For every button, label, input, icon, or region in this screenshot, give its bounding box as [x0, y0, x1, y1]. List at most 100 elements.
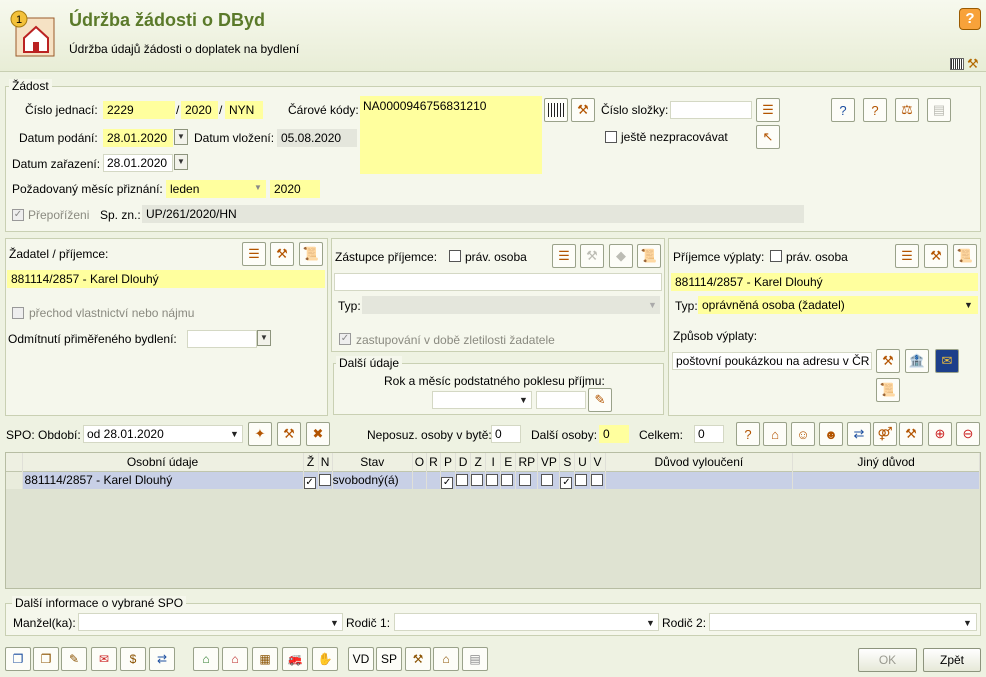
zadatel-field[interactable]: 881114/2857 - Karel Dlouhý: [7, 270, 325, 288]
scales-button[interactable]: ⚖: [895, 98, 919, 122]
datum-zarazeni-field[interactable]: 28.01.2020: [103, 154, 173, 172]
spo-new-button[interactable]: ✦: [248, 422, 272, 446]
help-blue-button[interactable]: ?: [831, 98, 855, 122]
spo-remove-button[interactable]: ⊖: [956, 422, 980, 446]
cj-suffix-field[interactable]: NYN: [225, 101, 263, 119]
spo-delete-button[interactable]: ✖: [306, 422, 330, 446]
col-duvod-vylouceni[interactable]: Důvod vyloučení: [605, 453, 794, 471]
odmitnuti-dropdown[interactable]: ▼: [257, 330, 271, 346]
ok-button[interactable]: OK: [858, 648, 917, 672]
fire-truck-button[interactable]: 🚒: [282, 647, 308, 671]
spo-person-button[interactable]: ☺: [791, 422, 815, 446]
zastupce-typ-select[interactable]: [362, 296, 660, 314]
zadatel-edit-button[interactable]: ⚒: [270, 242, 294, 266]
cj-year-field[interactable]: 2020: [181, 101, 218, 119]
spo-help-button[interactable]: ?: [736, 422, 760, 446]
rodic2-dropdown-icon[interactable]: ▼: [963, 618, 972, 628]
stamp-button[interactable]: ✉: [91, 647, 117, 671]
odmitnuti-field[interactable]: [187, 330, 257, 348]
transfer-button[interactable]: ⇄: [149, 647, 175, 671]
hand-button[interactable]: ✋: [312, 647, 338, 671]
pokles-edit-button[interactable]: ✎: [588, 388, 612, 412]
zpusob-vyplaty-field[interactable]: poštovní poukázkou na adresu v ČR: [672, 352, 872, 370]
prijemce-typ-select[interactable]: oprávněná osoba (žadatel): [698, 296, 978, 314]
table-row[interactable]: 881114/2857 - Karel Dlouhý ✓ svobodný(á)…: [6, 471, 980, 489]
col-rp[interactable]: RP: [515, 453, 539, 471]
copy-orange-button[interactable]: ❐: [33, 647, 59, 671]
col-s[interactable]: S: [559, 453, 576, 471]
help-icon[interactable]: ?: [959, 8, 981, 30]
zadatel-scroll-button[interactable]: 📜: [299, 242, 323, 266]
carovy-kod-item[interactable]: NA0000946756831210: [363, 99, 486, 113]
help-orange-button[interactable]: ?: [863, 98, 887, 122]
zastupce-prav-osoba-checkbox[interactable]: [449, 250, 461, 262]
dalsi-osoby-field[interactable]: 0: [599, 425, 629, 443]
zastupce-edit-button[interactable]: ⚒: [580, 244, 604, 268]
zadatel-select-button[interactable]: ☰: [242, 242, 266, 266]
carove-kody-list[interactable]: NA0000946756831210: [360, 96, 542, 174]
prepofizeni-checkbox[interactable]: ✓: [12, 209, 24, 221]
neposuz-field[interactable]: 0: [491, 425, 521, 443]
col-d[interactable]: D: [455, 453, 472, 471]
zastupovani-checkbox[interactable]: ✓: [339, 333, 351, 345]
rok-field[interactable]: 2020: [270, 180, 320, 198]
cislo-slozky-field[interactable]: [670, 101, 752, 119]
col-p[interactable]: P: [440, 453, 457, 471]
tools-button[interactable]: ⚒: [405, 647, 431, 671]
spo-add-button[interactable]: ⊕: [928, 422, 952, 446]
col-z[interactable]: Ž: [303, 453, 319, 471]
col-stav[interactable]: Stav: [332, 453, 413, 471]
col-z2[interactable]: Z: [470, 453, 487, 471]
prijemce-scroll-button[interactable]: 📜: [953, 244, 977, 268]
rodic1-select[interactable]: [394, 613, 659, 631]
spo-obdobi-dropdown-icon[interactable]: ▼: [230, 429, 239, 439]
pokles-month-select[interactable]: [432, 391, 532, 409]
select-slozka-button[interactable]: ☰: [756, 98, 780, 122]
barcode-small-icon[interactable]: [950, 58, 964, 70]
building-button[interactable]: ▦: [252, 647, 278, 671]
spo-persons-button[interactable]: ☻: [819, 422, 843, 446]
tools-icon[interactable]: ⚒: [967, 56, 979, 72]
row-osoba[interactable]: 881114/2857 - Karel Dlouhý: [22, 471, 304, 489]
datum-podani-field[interactable]: 28.01.2020: [103, 129, 173, 147]
col-v[interactable]: V: [590, 453, 606, 471]
edit-note-button[interactable]: ✎: [61, 647, 87, 671]
zpusob-edit-button[interactable]: ⚒: [876, 349, 900, 373]
col-jiny-duvod[interactable]: Jiný důvod: [792, 453, 980, 471]
car-house-button[interactable]: ⌂: [433, 647, 459, 671]
jeste-nezpracovavat-checkbox[interactable]: [605, 131, 617, 143]
spo-family-button[interactable]: ⚤: [873, 422, 897, 446]
zpusob-scroll-button[interactable]: 📜: [876, 378, 900, 402]
pokles-year-field[interactable]: [536, 391, 586, 409]
col-r[interactable]: R: [426, 453, 442, 471]
manzel-select[interactable]: [78, 613, 343, 631]
col-o[interactable]: O: [412, 453, 427, 471]
col-u[interactable]: U: [574, 453, 591, 471]
spo-edit-button[interactable]: ⚒: [277, 422, 301, 446]
datum-podani-dropdown[interactable]: ▼: [174, 129, 188, 145]
col-i[interactable]: I: [485, 453, 502, 471]
cursor-button[interactable]: ↖: [756, 125, 780, 149]
manzel-dropdown-icon[interactable]: ▼: [330, 618, 339, 628]
spo-edit2-button[interactable]: ⚒: [899, 422, 923, 446]
col-vp[interactable]: VP: [537, 453, 561, 471]
spo-swap-button[interactable]: ⇄: [847, 422, 871, 446]
zastupce-eraser-button[interactable]: ◆: [609, 244, 633, 268]
mesic-dropdown-icon[interactable]: ▼: [251, 181, 265, 197]
col-n[interactable]: N: [318, 453, 333, 471]
house-green-button[interactable]: ⌂: [193, 647, 219, 671]
barcode-button[interactable]: [544, 98, 568, 122]
prijemce-typ-dropdown-icon[interactable]: ▼: [964, 300, 973, 310]
pokles-month-dropdown-icon[interactable]: ▼: [519, 395, 528, 405]
cj-number-field[interactable]: 2229: [103, 101, 175, 119]
prijemce-select-button[interactable]: ☰: [895, 244, 919, 268]
copy-button[interactable]: ❐: [5, 647, 31, 671]
zastupce-field[interactable]: [334, 273, 662, 291]
spo-obdobi-select[interactable]: od 28.01.2020: [83, 425, 243, 443]
vd-button[interactable]: VD: [348, 647, 374, 671]
zastupce-select-button[interactable]: ☰: [552, 244, 576, 268]
sp-button[interactable]: SP: [376, 647, 402, 671]
zastupce-typ-dropdown-icon[interactable]: ▼: [648, 300, 657, 310]
edit-barcode-button[interactable]: ⚒: [571, 98, 595, 122]
row-stav[interactable]: svobodný(á): [332, 471, 413, 489]
